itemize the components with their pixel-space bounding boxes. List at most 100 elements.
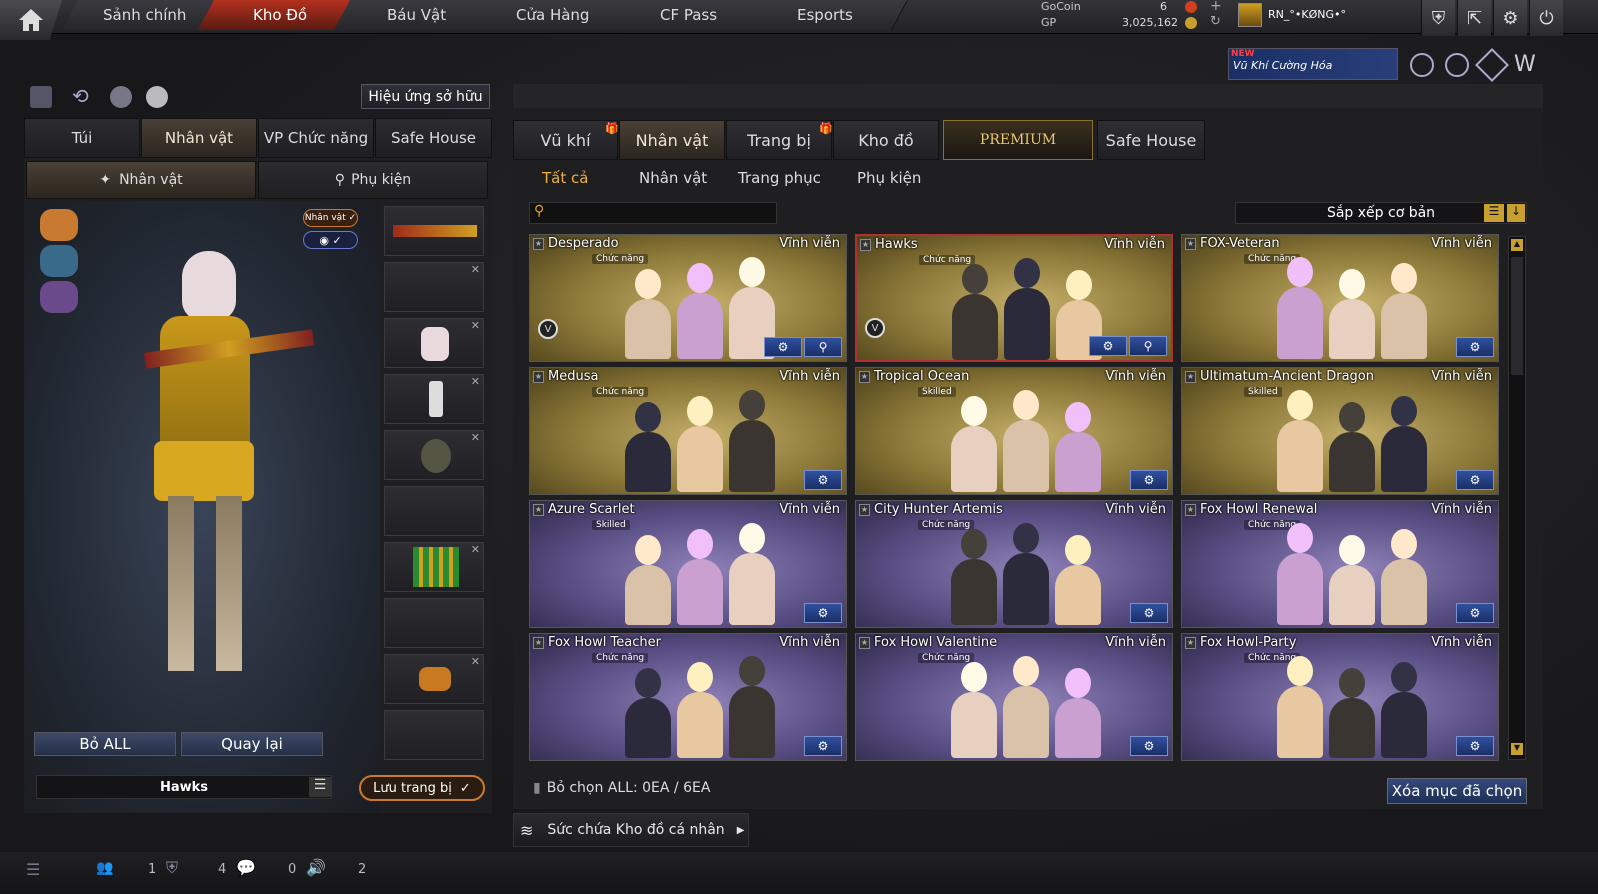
slot-empty-2[interactable] [384, 598, 484, 648]
item-card[interactable]: ★ Fox Howl-Party Vĩnh viễn Chức năng ⚙ [1181, 633, 1499, 761]
list-view-icon[interactable]: ☰ [1484, 204, 1504, 222]
tab-vp-function[interactable]: VP Chức năng [258, 118, 374, 158]
settings-gear-button[interactable]: ⚙ [1456, 736, 1494, 756]
tab-character[interactable]: Nhân vật [141, 118, 257, 158]
remove-icon[interactable]: ✕ [471, 263, 480, 276]
sort-descending-icon[interactable]: ↓ [1507, 204, 1525, 222]
inspect-search-button[interactable]: ⚲ [804, 337, 842, 357]
v-badge-icon[interactable] [1410, 53, 1434, 77]
character-preview[interactable]: Nhân vật ✓ ◉ ✓ [24, 201, 380, 813]
slot-empty-1[interactable] [384, 486, 484, 536]
favorite-star-icon[interactable]: ★ [533, 238, 544, 250]
favorite-star-icon[interactable]: ★ [1185, 238, 1196, 250]
remove-icon[interactable]: ✕ [471, 655, 480, 668]
tab-gear[interactable]: Trang bị [726, 120, 832, 160]
faction-bird-icon[interactable] [40, 281, 78, 313]
save-equipment-button[interactable]: Lưu trang bị ✓ [359, 775, 485, 801]
slot-empty-3[interactable] [384, 710, 484, 760]
nav-tab-esports[interactable]: Esports [742, 0, 908, 30]
item-card[interactable]: ★ Desperado Vĩnh viễn Chức năng V ⚙ ⚲ [529, 234, 847, 362]
tab-storage[interactable]: Kho đồ [833, 120, 939, 160]
slot-emblem[interactable]: ✕ [384, 430, 484, 480]
settings-gear-button[interactable]: ⚙ [1089, 336, 1127, 356]
subtab-accessory[interactable]: ⚲ Phụ kiện [258, 161, 488, 199]
settings-gear-button[interactable]: ⚙ [764, 337, 802, 357]
remove-icon[interactable]: ✕ [471, 431, 480, 444]
refresh-icon[interactable]: ↻ [1210, 14, 1221, 29]
deselect-all-text[interactable]: ▮ Bỏ chọn ALL: 0EA / 6EA [533, 780, 710, 796]
capacity-bar[interactable]: ≋ Sức chứa Kho đồ cá nhân ▶ [513, 813, 749, 847]
faction-eagle-icon[interactable] [40, 209, 78, 241]
delete-selected-button[interactable]: Xóa mục đã chọn [1387, 778, 1527, 804]
settings-gear-button[interactable]: ⚙ [1130, 470, 1168, 490]
settings-gear-button[interactable]: ⚙ [804, 470, 842, 490]
tab-premium[interactable]: PREMIUM [943, 120, 1093, 160]
remove-icon[interactable]: ✕ [471, 319, 480, 332]
favorite-star-icon[interactable]: ★ [859, 637, 870, 649]
item-card[interactable]: ★ Ultimatum-Ancient Dragon Vĩnh viễn Skille… [1181, 367, 1499, 495]
remove-all-button[interactable]: Bỏ ALL [34, 732, 176, 756]
faction-shield-icon[interactable] [40, 245, 78, 277]
podium-icon[interactable] [30, 86, 52, 108]
settings-gear-button[interactable]: ⚙ [1456, 337, 1494, 357]
tab-safe-house-right[interactable]: Safe House [1097, 120, 1205, 160]
mission-icon[interactable]: ⛨ [1421, 0, 1455, 36]
menu-list-icon[interactable]: ☰ [26, 860, 40, 879]
slot-gloves[interactable]: ✕ [384, 654, 484, 704]
favorite-star-icon[interactable]: ★ [533, 637, 544, 649]
slot-weapon[interactable] [384, 206, 484, 256]
item-card[interactable]: ★ City Hunter Artemis Vĩnh viễn Chức năng ⚙ [855, 500, 1173, 628]
item-card[interactable]: ★ Hawks Vĩnh viễn Chức năng V ⚙ ⚲ [855, 234, 1173, 362]
power-icon[interactable]: ⏻ [1529, 0, 1563, 36]
scroll-down-icon[interactable]: ▼ [1511, 743, 1523, 755]
exit-room-icon[interactable]: ⇱ [1457, 0, 1491, 36]
favorite-star-icon[interactable]: ★ [533, 504, 544, 516]
search-input[interactable] [554, 204, 774, 222]
inspect-search-button[interactable]: ⚲ [1129, 336, 1167, 356]
settings-gear-button[interactable]: ⚙ [1456, 603, 1494, 623]
scroll-up-icon[interactable]: ▲ [1511, 239, 1523, 251]
settings-gear-button[interactable]: ⚙ [1130, 603, 1168, 623]
character-badge[interactable]: Nhân vật ✓ [303, 209, 358, 227]
scrollbar[interactable]: ▲ ▼ [1508, 236, 1526, 760]
filter-character[interactable]: Nhân vật [639, 164, 707, 192]
promo-banner[interactable]: NEW Vũ Khí Cường Hóa [1228, 48, 1398, 80]
chat-bubble-icon[interactable]: 💬 [236, 858, 256, 877]
clan-shield-icon[interactable]: ⛨ [166, 858, 178, 878]
favorite-star-icon[interactable]: ★ [533, 371, 544, 383]
home-button[interactable] [0, 0, 62, 40]
glove-icon[interactable] [146, 86, 168, 108]
item-card[interactable]: ★ Fox Howl Valentine Vĩnh viễn Chức năng ⚙ [855, 633, 1173, 761]
filter-outfit[interactable]: Trang phục [738, 164, 821, 192]
add-currency-icon[interactable]: + [1210, 0, 1222, 14]
tab-weapons[interactable]: Vũ khí [513, 120, 618, 160]
slot-outfit[interactable]: ✕ [384, 542, 484, 592]
slot-item-1[interactable]: ✕ [384, 262, 484, 312]
item-card[interactable]: ★ Azure Scarlet Vĩnh viễn Skilled ⚙ [529, 500, 847, 628]
visibility-eye-icon[interactable]: ◉ ✓ [303, 231, 358, 249]
search-box[interactable]: ⚲ [529, 202, 777, 224]
favorite-star-icon[interactable]: ★ [860, 239, 871, 251]
item-card[interactable]: ★ Fox Howl Renewal Vĩnh viễn Chức năng ⚙ [1181, 500, 1499, 628]
settings-gear-icon[interactable]: ⚙ [1493, 0, 1527, 36]
settings-gear-button[interactable]: ⚙ [1130, 736, 1168, 756]
slot-radio[interactable]: ✕ [384, 374, 484, 424]
filter-all[interactable]: Tất cả [542, 164, 588, 192]
tab-bag[interactable]: Túi [24, 118, 140, 158]
item-card[interactable]: ★ Fox Howl Teacher Vĩnh viễn Chức năng ⚙ [529, 633, 847, 761]
w-logo-icon[interactable]: W [1514, 52, 1536, 77]
favorite-star-icon[interactable]: ★ [859, 371, 870, 383]
preset-menu-icon[interactable]: ☰ [309, 777, 331, 797]
globe-icon[interactable] [1445, 53, 1469, 77]
back-button[interactable]: Quay lại [181, 732, 323, 756]
item-card[interactable]: ★ FOX-Veteran Vĩnh viễn Chức năng ⚙ [1181, 234, 1499, 362]
settings-gear-button[interactable]: ⚙ [1456, 470, 1494, 490]
item-card[interactable]: ★ Tropical Ocean Vĩnh viễn Skilled ⚙ [855, 367, 1173, 495]
favorite-star-icon[interactable]: ★ [1185, 637, 1196, 649]
scrollbar-thumb[interactable] [1511, 257, 1523, 375]
settings-gear-button[interactable]: ⚙ [804, 736, 842, 756]
friends-icon[interactable]: 👥 [96, 860, 113, 876]
rotate-icon[interactable]: ⟲ [72, 84, 89, 108]
owned-effects-button[interactable]: Hiệu ứng sở hữu [361, 84, 490, 109]
item-card[interactable]: ★ Medusa Vĩnh viễn Chức năng ⚙ [529, 367, 847, 495]
